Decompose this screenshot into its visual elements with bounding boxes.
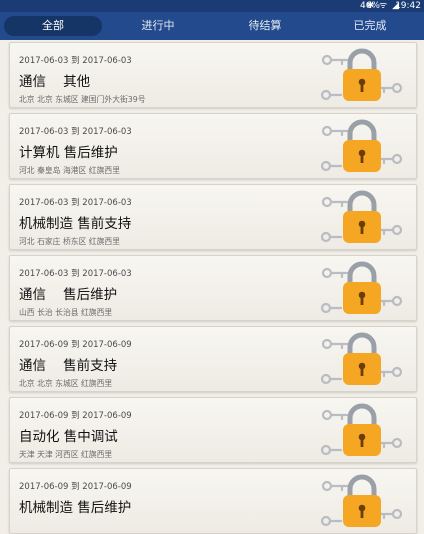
order-title: 机械制造 售后维护 xyxy=(19,500,132,516)
order-date-range: 2017-06-09 到 2017-06-09 xyxy=(19,340,132,350)
order-card[interactable]: 2017-06-03 到 2017-06-03 机械制造 售前支持 河北 石家庄… xyxy=(9,184,417,250)
lock-keys-icon xyxy=(320,48,403,101)
tab-completed[interactable]: 已完成 xyxy=(320,16,420,36)
tab-all[interactable]: 全部 xyxy=(4,16,102,36)
lock-keys-icon xyxy=(320,403,403,456)
order-date-range: 2017-06-09 到 2017-06-09 xyxy=(19,482,132,492)
tab-pending-settlement[interactable]: 待结算 xyxy=(214,16,316,36)
lock-keys-icon xyxy=(320,119,403,172)
lock-keys-icon xyxy=(320,190,403,243)
order-address: 天津 天津 河西区 红旗西里 xyxy=(19,450,113,459)
order-card[interactable]: 2017-06-03 到 2017-06-03 通信 售后维护 山西 长治 长治… xyxy=(9,255,417,321)
order-address: 山西 长治 长治县 红旗西里 xyxy=(19,308,113,317)
order-card[interactable]: 2017-06-09 到 2017-06-09 自动化 售中调试 天津 天津 河… xyxy=(9,397,417,463)
order-address: 河北 秦皇岛 海港区 红旗西里 xyxy=(19,166,120,175)
order-date-range: 2017-06-03 到 2017-06-03 xyxy=(19,127,132,137)
order-card[interactable]: 2017-06-03 到 2017-06-03 计算机 售后维护 河北 秦皇岛 … xyxy=(9,113,417,179)
battery-level: 46% xyxy=(359,1,380,11)
tab-bar: 全部 进行中 待结算 已完成 xyxy=(0,12,424,40)
order-date-range: 2017-06-03 到 2017-06-03 xyxy=(19,198,132,208)
order-address: 北京 北京 东城区 建国门外大街39号 xyxy=(19,95,146,104)
order-address: 北京 北京 东城区 红旗西里 xyxy=(19,379,113,388)
order-card[interactable]: 2017-06-03 到 2017-06-03 通信 其他 北京 北京 东城区 … xyxy=(9,42,417,108)
order-title: 机械制造 售前支持 xyxy=(19,216,132,232)
order-title: 通信 其他 xyxy=(19,74,91,90)
lock-keys-icon xyxy=(320,332,403,385)
clock: 19:42 xyxy=(395,1,421,11)
order-card[interactable]: 2017-06-09 到 2017-06-09 机械制造 售后维护 xyxy=(9,468,417,534)
order-date-range: 2017-06-03 到 2017-06-03 xyxy=(19,269,132,279)
lock-keys-icon xyxy=(320,474,403,527)
order-date-range: 2017-06-09 到 2017-06-09 xyxy=(19,411,132,421)
order-title: 通信 售前支持 xyxy=(19,358,118,374)
order-title: 通信 售后维护 xyxy=(19,287,118,303)
order-date-range: 2017-06-03 到 2017-06-03 xyxy=(19,56,132,66)
order-address: 河北 石家庄 桥东区 红旗西里 xyxy=(19,237,120,246)
order-title: 自动化 售中调试 xyxy=(19,429,118,445)
order-title: 计算机 售后维护 xyxy=(19,145,118,161)
order-card[interactable]: 2017-06-09 到 2017-06-09 通信 售前支持 北京 北京 东城… xyxy=(9,326,417,392)
lock-keys-icon xyxy=(320,261,403,314)
status-bar: ✱ ᯤ ◢ 46% 19:42 xyxy=(0,0,424,12)
tab-in-progress[interactable]: 进行中 xyxy=(108,16,208,36)
